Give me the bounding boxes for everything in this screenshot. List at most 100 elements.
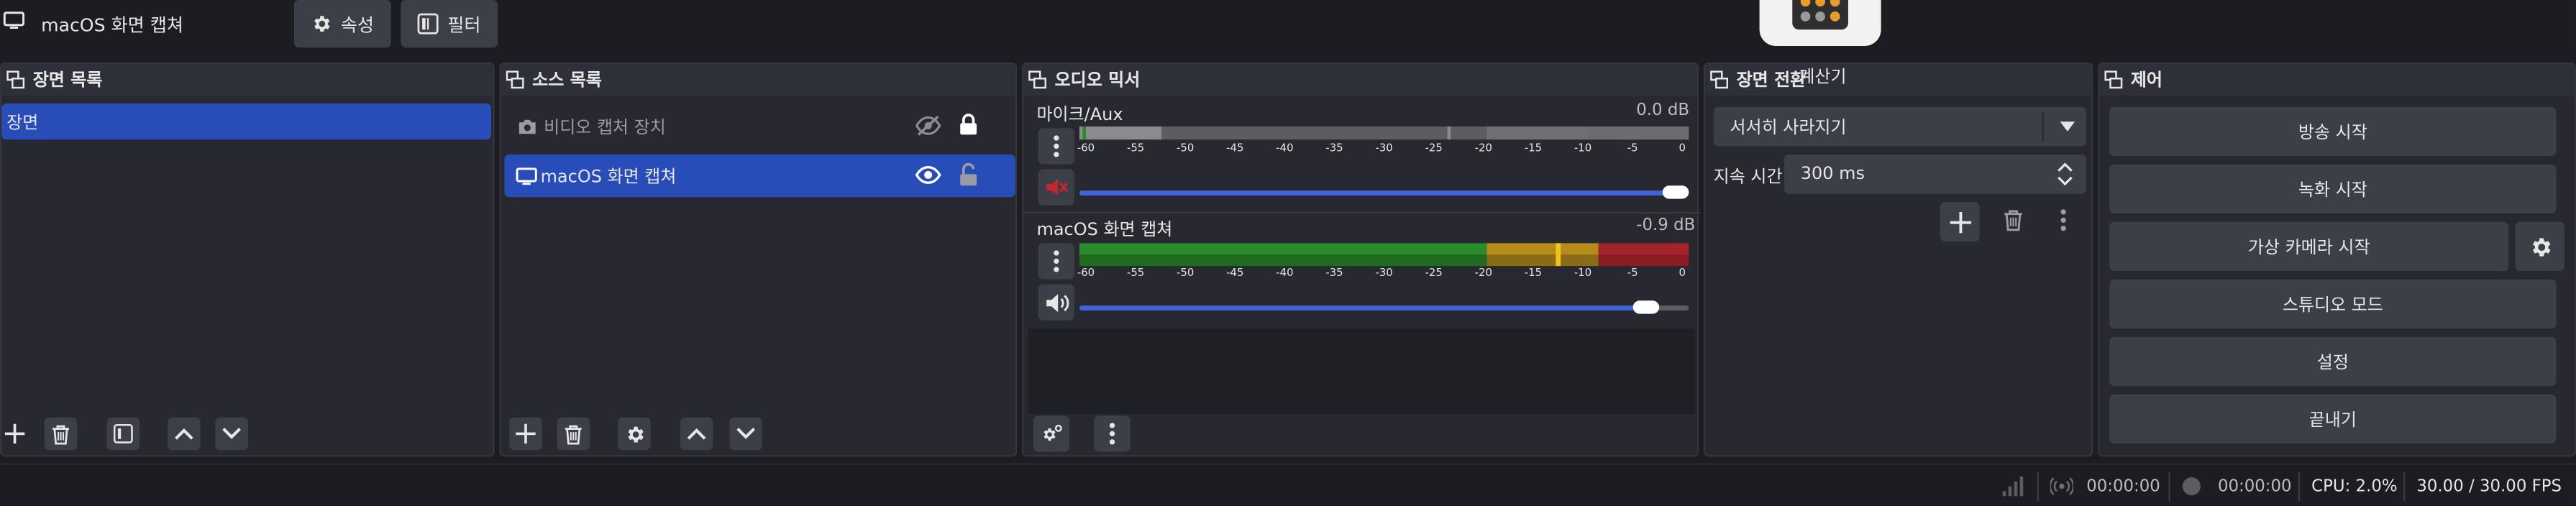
record-time: 00:00:00 xyxy=(2217,478,2292,497)
scenes-dock: 장면 목록 장면 xyxy=(0,62,495,457)
remove-transition-button[interactable] xyxy=(1996,203,2029,236)
sources-dock: 소스 목록 비디오 캡처 장치 macOS 화면 캡쳐 xyxy=(499,62,1018,457)
lock-icon[interactable] xyxy=(959,114,977,135)
sources-header: 소스 목록 xyxy=(501,64,1015,96)
start-virtual-camera-button[interactable]: 가상 카메라 시작 xyxy=(2109,221,2509,272)
add-source-button[interactable] xyxy=(509,417,542,451)
meter-tick-label: -35 xyxy=(1325,141,1343,155)
volume-meter xyxy=(1079,243,1689,267)
volume-slider-handle[interactable] xyxy=(1632,300,1660,314)
gear-icon xyxy=(2531,237,2550,256)
meter-tick-label: -25 xyxy=(1425,141,1443,155)
mute-button[interactable] xyxy=(1038,284,1074,321)
meter-tick-label: -30 xyxy=(1375,266,1393,280)
cpu-usage: CPU: 2.0% xyxy=(2311,478,2398,497)
more-vertical-icon xyxy=(1054,250,1059,272)
mute-button[interactable] xyxy=(1038,169,1074,206)
move-source-up-button[interactable] xyxy=(680,417,713,451)
channel-level: -0.9 dB xyxy=(1636,216,1696,235)
trash-icon xyxy=(2004,210,2022,231)
calculator-icon[interactable] xyxy=(1759,0,1881,46)
dock-window-icon xyxy=(1710,70,1729,89)
meter-tick-label: -25 xyxy=(1425,266,1443,280)
source-item-label: macOS 화면 캡쳐 xyxy=(540,166,677,187)
move-scene-down-button[interactable] xyxy=(215,417,248,451)
dock-tooltip-label: 계산기 xyxy=(1799,67,1847,88)
filters-label: 필터 xyxy=(447,14,481,36)
gears-icon xyxy=(1043,423,1061,441)
chevron-up-icon xyxy=(174,428,193,440)
properties-button[interactable]: 속성 xyxy=(293,0,391,48)
advanced-audio-button[interactable] xyxy=(1033,415,1070,452)
remove-scene-button[interactable] xyxy=(44,417,78,451)
meter-tick-label: -15 xyxy=(1524,266,1543,280)
virtual-camera-settings-button[interactable] xyxy=(2515,221,2564,272)
monitor-icon xyxy=(3,12,25,29)
meter-tick-label: -30 xyxy=(1375,141,1393,155)
status-separator xyxy=(2403,471,2406,502)
meter-tick-label: -40 xyxy=(1276,266,1294,280)
dock-window-icon xyxy=(1028,70,1047,89)
dock-window-icon xyxy=(2104,70,2123,89)
start-recording-button[interactable]: 녹화 시작 xyxy=(2109,164,2557,214)
chevron-down-icon xyxy=(2060,121,2075,132)
meter-tick-label: -20 xyxy=(1474,266,1492,280)
meter-tick-label: -10 xyxy=(1574,266,1592,280)
properties-label: 속성 xyxy=(340,14,374,36)
monitor-icon xyxy=(516,167,537,185)
mixer-channel-separator xyxy=(1023,211,1701,214)
meter-tick-label: -60 xyxy=(1077,266,1095,280)
meter-tick-label: 0 xyxy=(1678,266,1686,280)
studio-mode-button[interactable]: 스튜디오 모드 xyxy=(2109,279,2557,329)
meter-tick-label: -55 xyxy=(1126,141,1145,155)
move-source-down-button[interactable] xyxy=(729,417,762,451)
exit-button[interactable]: 끝내기 xyxy=(2109,394,2557,444)
meter-scale: -60 -55 -50 -45 -40 -35 -30 -25 -20 -15 -10 -5 0 xyxy=(1077,266,1689,281)
volume-slider-track[interactable] xyxy=(1079,190,1689,196)
transition-menu-button[interactable] xyxy=(2047,203,2080,236)
meter-tick-label: -45 xyxy=(1226,141,1244,155)
more-vertical-icon xyxy=(2060,209,2066,231)
speaker-muted-icon xyxy=(1046,179,1068,196)
chevron-down-icon xyxy=(736,428,755,439)
filters-button[interactable]: 필터 xyxy=(401,0,498,48)
channel-name: macOS 화면 캡쳐 xyxy=(1036,220,1173,240)
meter-tick-label: -55 xyxy=(1126,266,1145,280)
scene-filters-button[interactable] xyxy=(106,417,140,451)
fps-counter: 30.00 / 30.00 FPS xyxy=(2416,478,2562,497)
add-transition-button[interactable] xyxy=(1940,202,1980,242)
eye-hidden-icon[interactable] xyxy=(915,115,941,137)
transition-select[interactable]: 서서히 사라지기 xyxy=(1713,106,2087,147)
volume-slider-handle[interactable] xyxy=(1662,185,1689,199)
more-vertical-icon xyxy=(1109,423,1115,445)
meter-scale: -60 -55 -50 -45 -40 -35 -30 -25 -20 -15 -10 -5 0 xyxy=(1077,141,1689,157)
meter-tick-label: -20 xyxy=(1474,141,1492,155)
scene-item[interactable]: 장면 xyxy=(1,103,492,140)
start-streaming-button[interactable]: 방송 시작 xyxy=(2109,106,2557,157)
channel-menu-button[interactable] xyxy=(1038,128,1074,165)
settings-button[interactable]: 설정 xyxy=(2109,336,2557,387)
source-properties-button[interactable] xyxy=(617,417,651,451)
duration-spinbox[interactable]: 300 ms xyxy=(1783,154,2087,194)
volume-slider-track[interactable] xyxy=(1079,305,1648,310)
dock-window-icon xyxy=(506,70,524,89)
status-bar: 00:00:00 00:00:00 CPU: 2.0% 30.00 / 30.0… xyxy=(0,463,2576,506)
volume-meter xyxy=(1079,126,1689,140)
meter-tick-label: -5 xyxy=(1627,141,1638,155)
move-scene-up-button[interactable] xyxy=(168,417,201,451)
scene-item-label: 장면 xyxy=(6,112,39,132)
add-scene-button[interactable] xyxy=(0,418,31,451)
unlock-icon[interactable] xyxy=(959,162,977,186)
spin-arrows-icon[interactable] xyxy=(2057,161,2073,188)
mixer-header: 오디오 믹서 xyxy=(1023,64,1697,96)
transition-select-value: 서서히 사라지기 xyxy=(1730,117,1847,137)
mixer-title: 오디오 믹서 xyxy=(1054,70,1141,91)
meter-tick-label: 0 xyxy=(1678,141,1686,155)
plus-icon xyxy=(4,423,25,444)
eye-icon[interactable] xyxy=(915,165,941,184)
channel-menu-button[interactable] xyxy=(1038,243,1074,280)
mixer-menu-button[interactable] xyxy=(1094,415,1131,452)
channel-level: 0.0 dB xyxy=(1636,101,1690,120)
network-bars-icon xyxy=(2001,475,2024,498)
remove-source-button[interactable] xyxy=(557,417,590,451)
